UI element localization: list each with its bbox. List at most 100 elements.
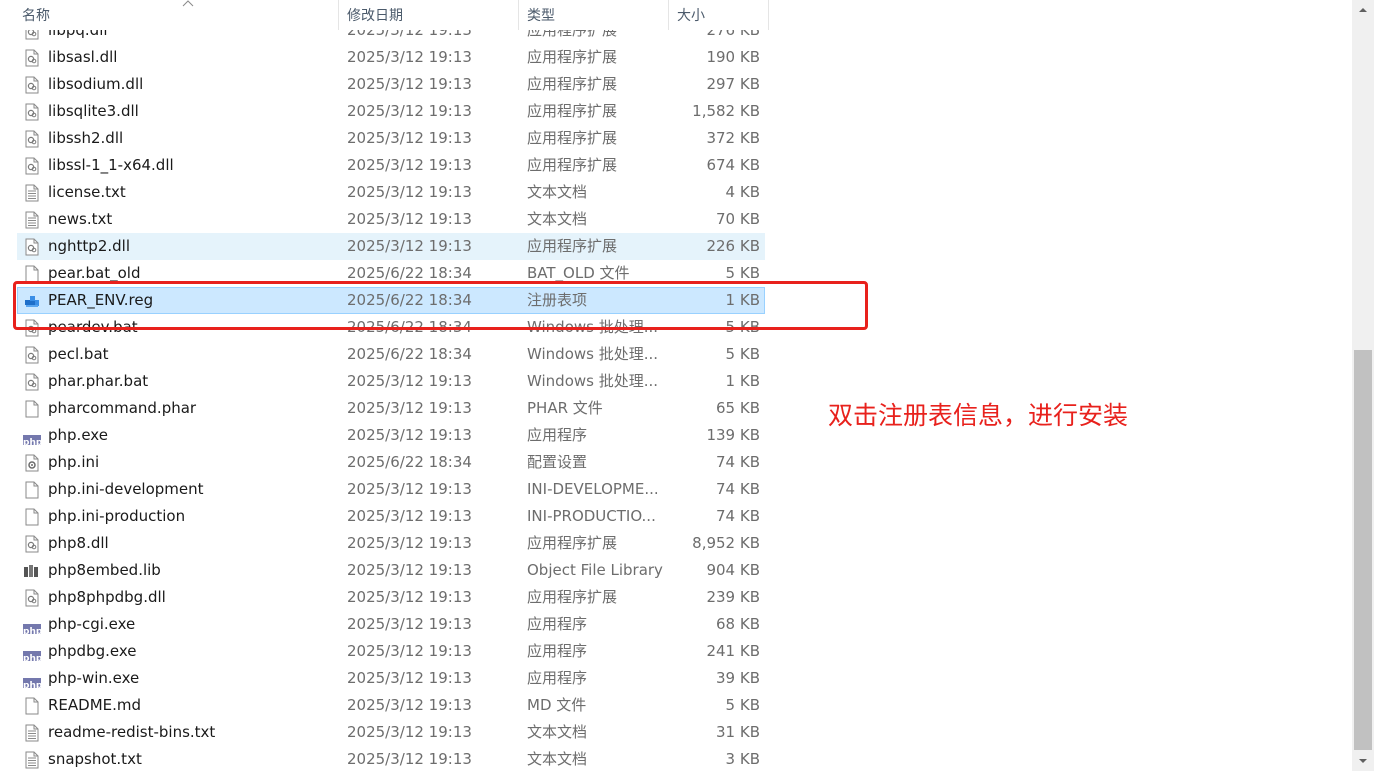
column-header-date[interactable]: 修改日期 — [339, 0, 519, 30]
file-name: libsodium.dll — [48, 75, 144, 93]
file-name: php.ini — [48, 453, 100, 471]
file-type: 文本文档 — [527, 750, 588, 768]
file-size: 241 KB — [706, 642, 760, 660]
lib-icon — [23, 562, 41, 580]
config-icon — [23, 454, 41, 472]
file-name: license.txt — [48, 183, 126, 201]
file-type: 应用程序扩展 — [527, 156, 618, 174]
file-row[interactable]: news.txt 2025/3/12 19:13 文本文档 70 KB — [0, 206, 780, 233]
file-date: 2025/3/12 19:13 — [347, 615, 472, 633]
blank-file-icon — [23, 508, 41, 526]
file-row[interactable]: php.ini-development 2025/3/12 19:13 INI-DE… — [0, 476, 780, 503]
column-header-size-label: 大小 — [677, 8, 705, 24]
file-size: 297 KB — [706, 75, 760, 93]
file-row[interactable]: php.ini-production 2025/3/12 19:13 INI-PRO… — [0, 503, 780, 530]
file-type: 应用程序 — [527, 615, 588, 633]
file-row[interactable]: php.ini 2025/6/22 18:34 配置设置 74 KB — [0, 449, 780, 476]
file-date: 2025/3/12 19:13 — [347, 156, 472, 174]
file-row[interactable]: pecl.bat 2025/6/22 18:34 Windows 批处理... 5 K… — [0, 341, 780, 368]
file-size: 5 KB — [725, 696, 760, 714]
scroll-down-arrow-icon[interactable] — [1352, 752, 1374, 771]
highlight-box — [13, 281, 868, 330]
dll-icon — [23, 103, 41, 121]
batch-icon — [23, 346, 41, 364]
file-row[interactable]: php phpdbg.exe 2025/3/12 19:13 应用程序 241 KB — [0, 638, 780, 665]
file-row[interactable]: libsasl.dll 2025/3/12 19:13 应用程序扩展 190 KB — [0, 44, 780, 71]
scrollbar-thumb[interactable] — [1354, 350, 1372, 750]
php-exe-icon: php — [23, 427, 41, 445]
file-date: 2025/3/12 19:13 — [347, 642, 472, 660]
file-row[interactable]: php8phpdbg.dll 2025/3/12 19:13 应用程序扩展 239 K… — [0, 584, 780, 611]
file-date: 2025/3/12 19:13 — [347, 480, 472, 498]
file-name: snapshot.txt — [48, 750, 142, 768]
file-row[interactable]: readme-redist-bins.txt 2025/3/12 19:13 文本文… — [0, 719, 780, 746]
column-header-type[interactable]: 类型 — [519, 0, 669, 30]
file-date: 2025/3/12 19:13 — [347, 399, 472, 417]
file-name: php.ini-development — [48, 480, 204, 498]
file-row[interactable]: php8embed.lib 2025/3/12 19:13 Object File … — [0, 557, 780, 584]
file-date: 2025/3/12 19:13 — [347, 534, 472, 552]
file-date: 2025/6/22 18:34 — [347, 453, 472, 471]
sort-ascending-icon — [182, 0, 194, 7]
file-size: 1 KB — [725, 372, 760, 390]
dll-icon — [23, 157, 41, 175]
file-row[interactable]: nghttp2.dll 2025/3/12 19:13 应用程序扩展 226 KB — [0, 233, 780, 260]
file-name: php.ini-production — [48, 507, 186, 525]
file-row[interactable]: snapshot.txt 2025/3/12 19:13 文本文档 3 KB — [0, 746, 780, 771]
file-date: 2025/3/12 19:13 — [347, 750, 472, 768]
file-name: libssl-1_1-x64.dll — [48, 156, 174, 174]
column-header-name-label: 名称 — [22, 8, 50, 24]
file-date: 2025/3/12 19:13 — [347, 669, 472, 687]
file-size: 39 KB — [716, 669, 760, 687]
file-size: 1,582 KB — [692, 102, 760, 120]
column-header-name[interactable]: 名称 — [12, 0, 339, 30]
file-name: news.txt — [48, 210, 113, 228]
file-name: phar.phar.bat — [48, 372, 149, 390]
file-row[interactable]: libssl-1_1-x64.dll 2025/3/12 19:13 应用程序扩展 6… — [0, 152, 780, 179]
file-name: php8embed.lib — [48, 561, 161, 579]
file-size: 5 KB — [725, 345, 760, 363]
file-date: 2025/6/22 18:34 — [347, 345, 472, 363]
file-row[interactable]: libsqlite3.dll 2025/3/12 19:13 应用程序扩展 1,582… — [0, 98, 780, 125]
file-size: 31 KB — [716, 723, 760, 741]
file-type: Object File Library — [527, 561, 663, 579]
file-size: 74 KB — [716, 453, 760, 471]
file-type: MD 文件 — [527, 696, 587, 714]
php-exe-icon: php — [23, 616, 41, 634]
file-size: 65 KB — [716, 399, 760, 417]
file-name: php-cgi.exe — [48, 615, 136, 633]
text-file-icon — [23, 211, 41, 229]
file-size: 68 KB — [716, 615, 760, 633]
file-row[interactable]: license.txt 2025/3/12 19:13 文本文档 4 KB — [0, 179, 780, 206]
file-type: 文本文档 — [527, 723, 588, 741]
file-type: 应用程序扩展 — [527, 102, 618, 120]
text-file-icon — [23, 751, 41, 769]
file-list: libpq.dll 2025/3/12 19:13 应用程序扩展 276 KB libs… — [0, 17, 780, 771]
file-name: libssh2.dll — [48, 129, 124, 147]
file-row[interactable]: php php.exe 2025/3/12 19:13 应用程序 139 KB — [0, 422, 780, 449]
column-header-size[interactable]: 大小 — [669, 0, 769, 30]
batch-icon — [23, 373, 41, 391]
file-date: 2025/3/12 19:13 — [347, 129, 472, 147]
file-date: 2025/3/12 19:13 — [347, 210, 472, 228]
file-row[interactable]: php php-cgi.exe 2025/3/12 19:13 应用程序 68 KB — [0, 611, 780, 638]
file-explorer: 名称 修改日期 类型 大小 libpq.dll 2025/3/12 19:13 应用… — [0, 0, 1374, 771]
scroll-up-arrow-icon[interactable] — [1352, 0, 1374, 20]
file-row[interactable]: README.md 2025/3/12 19:13 MD 文件 5 KB — [0, 692, 780, 719]
file-type: 配置设置 — [527, 453, 588, 471]
file-row[interactable]: pharcommand.phar 2025/3/12 19:13 PHAR 文件 65… — [0, 395, 780, 422]
file-type: 应用程序扩展 — [527, 129, 618, 147]
file-name: nghttp2.dll — [48, 237, 130, 255]
file-name: php8.dll — [48, 534, 109, 552]
file-row[interactable]: php8.dll 2025/3/12 19:13 应用程序扩展 8,952 KB — [0, 530, 780, 557]
file-row[interactable]: php php-win.exe 2025/3/12 19:13 应用程序 39 KB — [0, 665, 780, 692]
file-row[interactable]: libsodium.dll 2025/3/12 19:13 应用程序扩展 297 KB — [0, 71, 780, 98]
file-name: php.exe — [48, 426, 108, 444]
file-type: 应用程序扩展 — [527, 534, 618, 552]
file-row[interactable]: phar.phar.bat 2025/3/12 19:13 Windows 批处理.… — [0, 368, 780, 395]
file-type: INI-PRODUCTIO... — [527, 507, 656, 525]
file-row[interactable]: libssh2.dll 2025/3/12 19:13 应用程序扩展 372 KB — [0, 125, 780, 152]
file-size: 190 KB — [706, 48, 760, 66]
text-file-icon — [23, 184, 41, 202]
column-header: 名称 修改日期 类型 大小 — [0, 0, 770, 30]
